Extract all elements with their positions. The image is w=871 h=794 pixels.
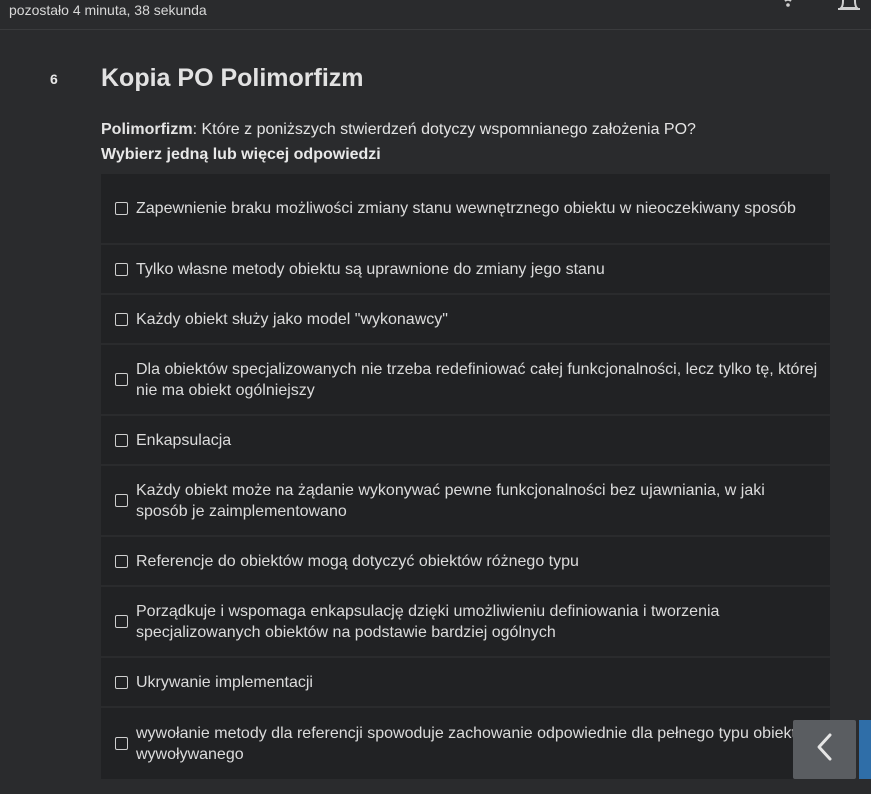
checkbox[interactable] bbox=[115, 433, 128, 447]
chevron-left-icon bbox=[815, 732, 835, 767]
question-number: 6 bbox=[50, 71, 58, 87]
checkbox[interactable] bbox=[115, 675, 128, 689]
answer-option-label[interactable]: Referencje do obiektów mogą dotyczyć obi… bbox=[136, 551, 818, 572]
bell-icon[interactable] bbox=[836, 0, 862, 19]
answer-option-label[interactable]: Dla obiektów specjalizowanych nie trzeba… bbox=[136, 359, 818, 401]
answer-option[interactable]: wywołanie metody dla referencji spowoduj… bbox=[101, 708, 830, 779]
answer-option[interactable]: Dla obiektów specjalizowanych nie trzeba… bbox=[101, 345, 830, 416]
answer-option-label[interactable]: Zapewnienie braku możliwości zmiany stan… bbox=[136, 198, 818, 219]
checkbox[interactable] bbox=[115, 615, 128, 628]
answer-option[interactable]: Każdy obiekt może na żądanie wykonywać p… bbox=[101, 466, 830, 537]
answer-options-list: Zapewnienie braku możliwości zmiany stan… bbox=[101, 174, 830, 779]
checkbox[interactable] bbox=[115, 494, 128, 507]
answer-option-label[interactable]: Enkapsulacja bbox=[136, 430, 818, 451]
answer-option[interactable]: Każdy obiekt służy jako model "wykonawcy… bbox=[101, 295, 830, 345]
question-prompt: : Które z poniższych stwierdzeń dotyczy … bbox=[192, 121, 696, 138]
checkbox[interactable] bbox=[115, 554, 128, 568]
answer-option[interactable]: Enkapsulacja bbox=[101, 416, 830, 466]
answer-option[interactable]: Porządkuje i wspomaga enkapsulację dzięk… bbox=[101, 587, 830, 658]
checkbox[interactable] bbox=[115, 262, 128, 276]
answer-option-label[interactable]: Ukrywanie implementacji bbox=[136, 672, 818, 693]
top-bar: pozostało 4 minuta, 38 sekunda bbox=[0, 0, 871, 30]
wifi-icon[interactable] bbox=[779, 0, 797, 15]
next-page-button[interactable] bbox=[859, 720, 871, 779]
question-title: Kopia PO Polimorfizm bbox=[101, 64, 364, 92]
question-topic: Polimorfizm bbox=[101, 121, 193, 138]
answer-option-label[interactable]: Każdy obiekt może na żądanie wykonywać p… bbox=[136, 480, 818, 522]
previous-page-button[interactable] bbox=[793, 720, 856, 779]
answer-option[interactable]: Zapewnienie braku możliwości zmiany stan… bbox=[101, 174, 830, 245]
answer-option-label[interactable]: Tylko własne metody obiektu są uprawnion… bbox=[136, 259, 818, 280]
question-text: Polimorfizm: Które z poniższych stwierdz… bbox=[101, 121, 696, 139]
answer-option-label[interactable]: Każdy obiekt służy jako model "wykonawcy… bbox=[136, 309, 818, 330]
answer-option[interactable]: Referencje do obiektów mogą dotyczyć obi… bbox=[101, 537, 830, 587]
answer-option-label[interactable]: Porządkuje i wspomaga enkapsulację dzięk… bbox=[136, 601, 818, 643]
quiz-timer: pozostało 4 minuta, 38 sekunda bbox=[9, 2, 207, 18]
checkbox[interactable] bbox=[115, 737, 128, 750]
answer-option[interactable]: Ukrywanie implementacji bbox=[101, 658, 830, 708]
answer-option[interactable]: Tylko własne metody obiektu są uprawnion… bbox=[101, 245, 830, 295]
checkbox[interactable] bbox=[115, 202, 128, 215]
checkbox[interactable] bbox=[115, 373, 128, 386]
answer-option-label[interactable]: wywołanie metody dla referencji spowoduj… bbox=[136, 723, 818, 765]
answer-instruction: Wybierz jedną lub więcej odpowiedzi bbox=[101, 146, 381, 163]
checkbox[interactable] bbox=[115, 312, 128, 326]
